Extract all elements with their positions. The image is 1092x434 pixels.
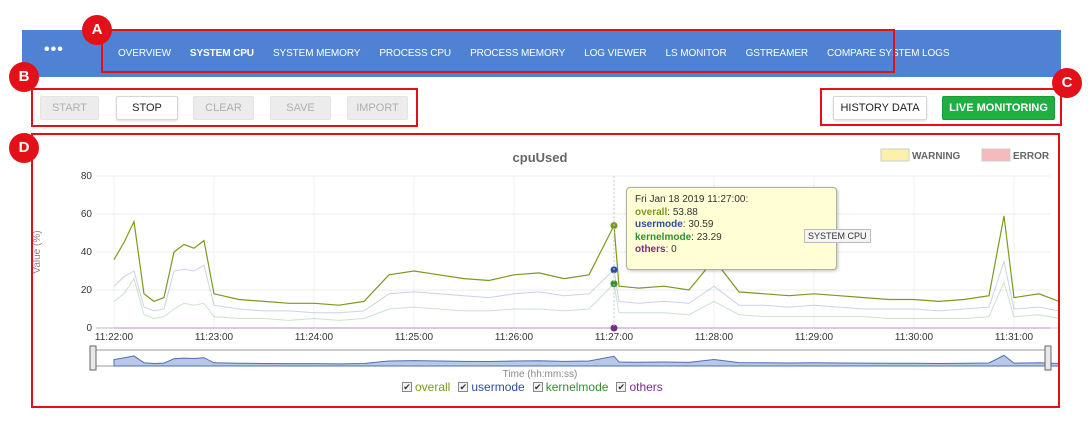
tooltip-time: Fri Jan 18 2019 11:27:00:: [635, 194, 749, 205]
marker-a: A: [82, 15, 112, 45]
y-tick-label: 20: [81, 285, 93, 296]
legend-label-error: ERROR: [1013, 151, 1050, 162]
x-tick-label: 11:30:00: [895, 332, 934, 343]
x-tick-label: 11:28:00: [695, 332, 734, 343]
x-tick-label: 11:22:00: [95, 332, 134, 343]
y-tick-label: 40: [81, 247, 93, 258]
chart-title: cpuUsed: [513, 150, 568, 165]
x-tick-label: 11:31:00: [995, 332, 1034, 343]
legend-item-usermode[interactable]: ✔ usermode: [458, 380, 525, 394]
legend-swatch-warning: [880, 148, 910, 162]
tooltip-series-value: 53.88: [672, 206, 698, 218]
y-tick-label: 80: [81, 171, 93, 182]
legend-label: others: [629, 380, 663, 394]
navigator-handle-left: [89, 345, 97, 371]
tooltip-series-name: overall: [635, 206, 668, 218]
tooltip-series-name: kernelmode: [635, 231, 692, 243]
tooltip-row-kernelmode: kernelmode: 23.29: [635, 231, 722, 243]
checkbox-icon[interactable]: ✔: [616, 382, 627, 392]
tooltip-series-value: 0: [671, 244, 677, 255]
y-tick-label: 0: [86, 323, 92, 334]
x-tick-label: 11:26:00: [495, 332, 534, 343]
tooltip-lines: overall: 53.88 usermode: 30.59 kernelmode:…: [635, 207, 828, 257]
series-legend: ✔ overall ✔ usermode ✔ kernelmode ✔ others: [402, 380, 671, 394]
legend-swatch-error: [981, 148, 1011, 162]
checkbox-icon[interactable]: ✔: [458, 382, 469, 392]
marker-b: B: [9, 62, 39, 92]
legend-item-others[interactable]: ✔ others: [616, 380, 663, 394]
x-tick-label: 11:23:00: [195, 332, 234, 343]
legend-label: kernelmode: [545, 380, 609, 394]
navigator-handle-right: [1044, 345, 1052, 371]
series-line-usermode: [113, 259, 1060, 314]
tooltip-series-name: others: [635, 244, 666, 255]
tooltip-series-value: 23.29: [696, 231, 722, 243]
x-axis-label: Time (hh:mm:ss): [503, 369, 578, 380]
legend-label: overall: [415, 380, 451, 394]
series-line-overall: [113, 215, 1060, 306]
legend-label: usermode: [471, 380, 525, 394]
y-axis-label: Value (%): [32, 230, 43, 273]
x-tick-label: 11:25:00: [395, 332, 434, 343]
checkbox-icon[interactable]: ✔: [532, 382, 543, 392]
legend-item-kernelmode[interactable]: ✔ kernelmode: [532, 380, 609, 394]
x-tick-label: 11:27:00: [595, 332, 634, 343]
marker-c: C: [1052, 68, 1082, 98]
y-tick-label: 60: [81, 209, 93, 220]
tooltip-series-value: 30.59: [688, 219, 714, 230]
checkbox-icon[interactable]: ✔: [402, 382, 412, 392]
legend-item-overall[interactable]: ✔ overall: [402, 380, 450, 394]
x-tick-label: 11:24:00: [295, 332, 334, 343]
x-tick-label: 11:29:00: [795, 332, 834, 343]
series-tag: SYSTEM CPU: [804, 229, 871, 243]
tooltip-series-name: usermode: [635, 219, 683, 230]
cpu-chart: cpuUsed WARNING ERROR Value (%) 0 20 40 60 80 11:…: [0, 0, 1092, 429]
tooltip-row-usermode: usermode: 30.59: [635, 219, 714, 230]
tooltip-row-overall: overall: 53.88: [635, 206, 698, 218]
chart-svg: cpuUsed WARNING ERROR Value (%) 0 20 40 60 80 11:…: [32, 148, 1060, 380]
marker-d: D: [9, 133, 39, 163]
legend-label-warning: WARNING: [912, 151, 961, 162]
tooltip-row-others: others: 0: [635, 244, 677, 255]
